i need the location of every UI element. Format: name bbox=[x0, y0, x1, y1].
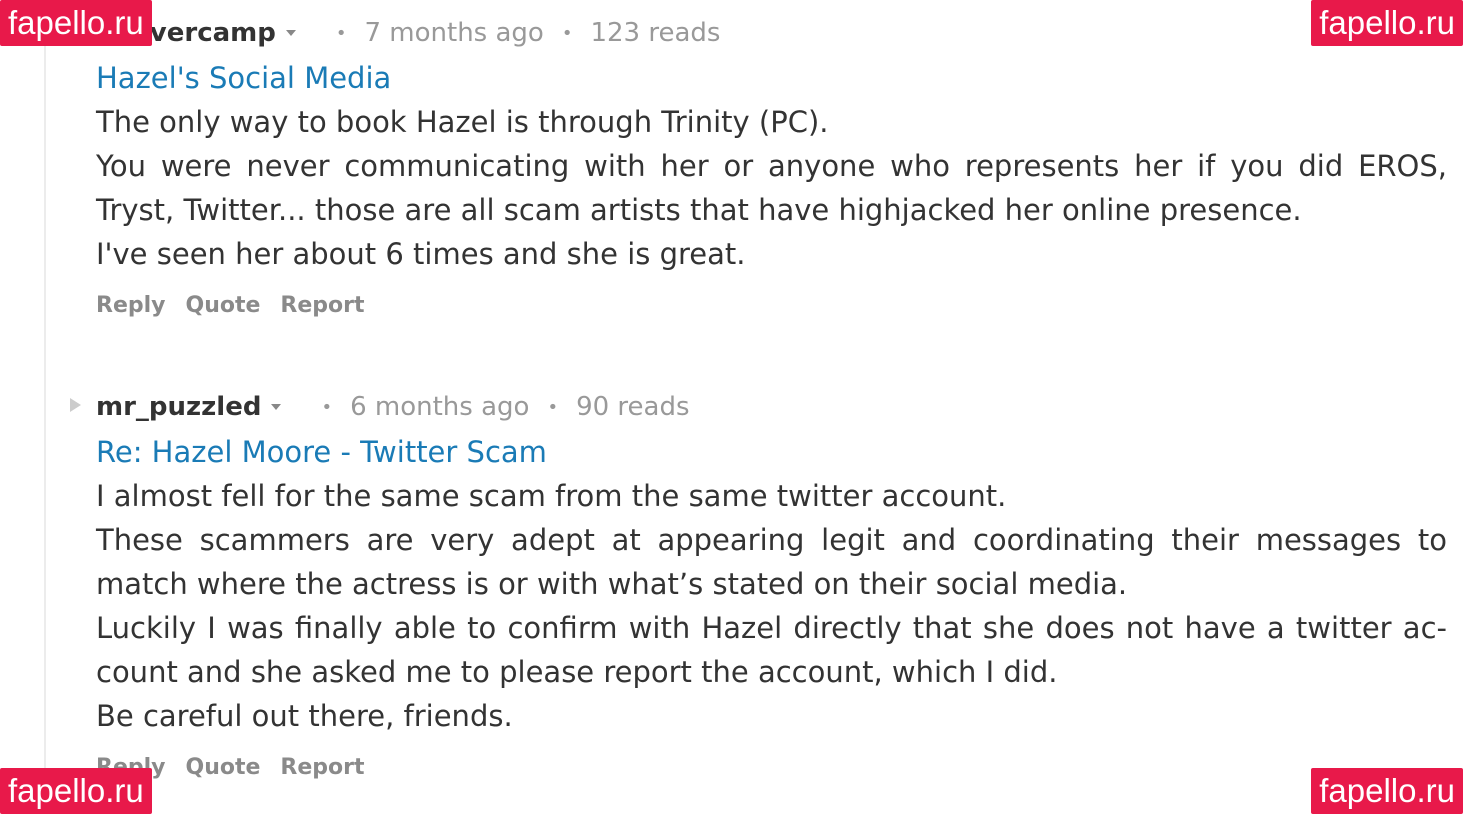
separator-dot: • bbox=[547, 396, 559, 418]
post-paragraph: These scammers are very adept at appeari… bbox=[96, 523, 1447, 601]
report-button[interactable]: Report bbox=[280, 293, 364, 318]
post-actions: Reply Quote Report bbox=[96, 293, 1447, 318]
watermark-badge: fapello.ru bbox=[1311, 768, 1463, 814]
quote-button[interactable]: Quote bbox=[186, 755, 261, 780]
reply-button[interactable]: Reply bbox=[96, 293, 166, 318]
watermark-badge: fapello.ru bbox=[1311, 0, 1463, 46]
post-paragraph: I've seen her about 6 times and she is g… bbox=[96, 237, 746, 271]
post-actions: Reply Quote Report bbox=[96, 755, 1447, 780]
separator-dot: • bbox=[335, 22, 347, 44]
post-meta: beavercamp • 7 months ago • 123 reads bbox=[96, 14, 1447, 52]
post-meta: mr_puzzled • 6 months ago • 90 reads bbox=[96, 388, 1447, 426]
read-count: 123 reads bbox=[590, 18, 721, 48]
chevron-down-icon[interactable] bbox=[271, 404, 282, 410]
post-time: 6 months ago bbox=[350, 392, 530, 422]
post-paragraph: Luckily I was finally able to confirm wi… bbox=[96, 611, 1447, 689]
report-button[interactable]: Report bbox=[280, 755, 364, 780]
watermark-badge: fapello.ru bbox=[0, 768, 152, 814]
forum-post: beavercamp • 7 months ago • 123 reads Ha… bbox=[96, 14, 1447, 318]
quote-button[interactable]: Quote bbox=[186, 293, 261, 318]
post-paragraph: Be careful out there, friends. bbox=[96, 699, 513, 733]
thread-indent-line bbox=[44, 0, 46, 814]
post-paragraph: You were never communicating with her or… bbox=[96, 149, 1447, 227]
post-paragraph: The only way to book Hazel is through Tr… bbox=[96, 105, 829, 139]
post-time: 7 months ago bbox=[364, 18, 544, 48]
post-paragraph: I almost fell for the same scam from the… bbox=[96, 479, 1007, 513]
post-title-link[interactable]: Re: Hazel Moore - Twitter Scam bbox=[96, 430, 1447, 474]
separator-dot: • bbox=[561, 22, 573, 44]
separator-dot: • bbox=[321, 396, 333, 418]
post-title-link[interactable]: Hazel's Social Media bbox=[96, 56, 1447, 100]
forum-page: beavercamp • 7 months ago • 123 reads Ha… bbox=[0, 0, 1463, 814]
read-count: 90 reads bbox=[576, 392, 690, 422]
forum-post: mr_puzzled • 6 months ago • 90 reads Re:… bbox=[70, 388, 1447, 780]
author-name[interactable]: mr_puzzled bbox=[96, 392, 261, 422]
post-body: I almost fell for the same scam from the… bbox=[96, 474, 1447, 738]
post-body: The only way to book Hazel is through Tr… bbox=[96, 100, 1447, 276]
chevron-down-icon[interactable] bbox=[285, 30, 296, 36]
watermark-badge: fapello.ru bbox=[0, 0, 152, 46]
triangle-right-icon[interactable] bbox=[70, 398, 81, 412]
